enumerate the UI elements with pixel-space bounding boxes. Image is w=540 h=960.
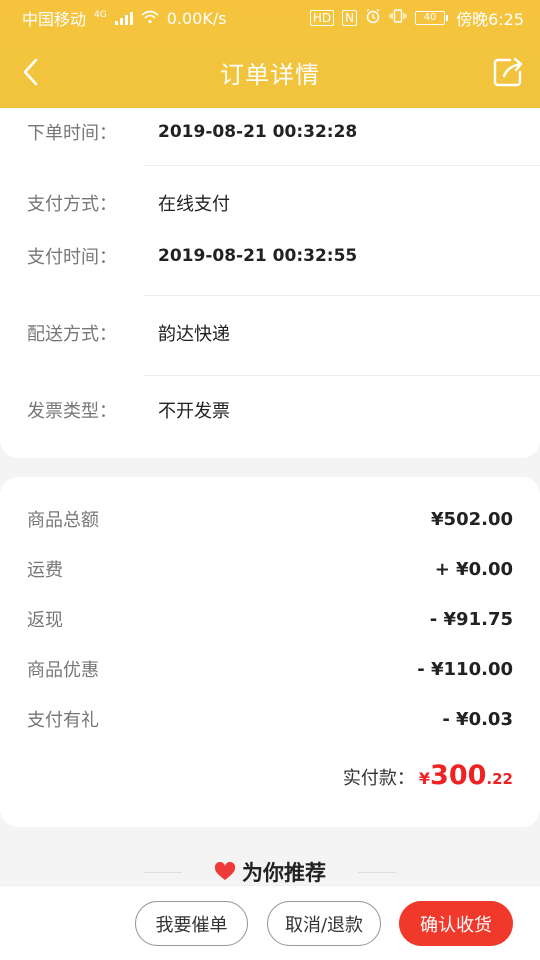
price-row-discount: 商品优惠 - ¥110.00 (27, 651, 513, 687)
price-row-payment-gift: 支付有礼 - ¥0.03 (27, 701, 513, 737)
divider (143, 165, 540, 166)
invoice-type-label: 发票类型： (27, 401, 117, 422)
payment-method-row: 支付方式： 在线支付 (27, 183, 540, 223)
actual-payment: 实付款： ¥ 300 .22 (343, 760, 513, 791)
payment-method-label: 支付方式： (27, 194, 117, 215)
wifi-icon (141, 9, 159, 28)
bottom-action-bar: 我要催单 取消/退款 确认收货 (0, 885, 540, 960)
confirm-receipt-button[interactable]: 确认收货 (399, 901, 513, 946)
price-row-amount: - ¥0.03 (442, 708, 513, 730)
actual-payment-label: 实付款： (342, 768, 415, 789)
invoice-type-value: 不开发票 (158, 401, 230, 422)
invoice-type-row: 发票类型： 不开发票 (27, 390, 540, 430)
remind-shipment-button[interactable]: 我要催单 (135, 901, 248, 946)
payment-time-row: 支付时间： 2019-08-21 00:32:55 (27, 236, 540, 276)
recommend-title-text: 为你推荐 (242, 861, 326, 885)
price-row-goods-total: 商品总额 ¥502.00 (27, 501, 513, 537)
price-row-amount: - ¥91.75 (429, 608, 513, 630)
back-button[interactable] (14, 54, 50, 90)
price-row-cashback: 返现 - ¥91.75 (27, 601, 513, 637)
price-row-label: 运费 (27, 560, 63, 581)
price-row-amount: + ¥0.00 (434, 558, 513, 580)
order-info-card: 下单时间： 2019-08-21 00:32:28 支付方式： 在线支付 支付时… (0, 108, 540, 458)
signal-icon (114, 11, 133, 25)
hd-icon: HD (309, 10, 335, 26)
delivery-method-label: 配送方式： (27, 324, 117, 345)
share-icon (493, 57, 523, 87)
payment-method-value: 在线支付 (158, 194, 230, 215)
price-row-amount: - ¥110.00 (417, 658, 513, 680)
price-row-label: 支付有礼 (27, 710, 99, 731)
delivery-method-row: 配送方式： 韵达快递 (27, 313, 540, 353)
divider (143, 295, 540, 296)
cancel-refund-button[interactable]: 取消/退款 (267, 901, 381, 946)
order-time-value: 2019-08-21 00:32:28 (158, 122, 358, 142)
order-time-label: 下单时间： (27, 123, 117, 144)
price-row-label: 商品总额 (27, 510, 99, 531)
delivery-method-value: 韵达快递 (158, 324, 230, 345)
clock-time: 傍晚6:25 (456, 10, 524, 29)
vibrate-icon (389, 8, 407, 28)
divider (144, 871, 182, 873)
price-row-label: 返现 (27, 610, 63, 631)
price-row-label: 商品优惠 (27, 660, 99, 681)
recommend-title: 为你推荐 (214, 857, 326, 887)
price-row-amount: ¥502.00 (431, 508, 513, 530)
page-title: 订单详情 (220, 60, 320, 89)
carrier-name: 中国移动 (22, 10, 87, 29)
heart-icon (214, 862, 236, 880)
alarm-icon (365, 8, 381, 28)
header: 中国移动 4G 0.00K/s HD N 40 傍晚6:25 订单详情 (0, 0, 540, 108)
price-summary-card: 商品总额 ¥502.00 运费 + ¥0.00 返现 - ¥91.75 商品优惠… (0, 477, 540, 827)
actual-payment-decimal: .22 (486, 770, 513, 788)
network-type: 4G (94, 10, 107, 20)
actual-payment-integer: 300 (430, 760, 487, 791)
price-row-shipping: 运费 + ¥0.00 (27, 551, 513, 587)
status-bar: 中国移动 4G 0.00K/s HD N 40 傍晚6:25 (0, 0, 540, 36)
currency-symbol: ¥ (418, 769, 431, 788)
divider (358, 871, 396, 873)
nav-bar: 订单详情 (0, 36, 540, 108)
nfc-icon: N (342, 10, 358, 26)
battery-level: 40 (415, 11, 446, 25)
order-time-row: 下单时间： 2019-08-21 00:32:28 (27, 112, 540, 152)
payment-time-value: 2019-08-21 00:32:55 (158, 246, 358, 266)
share-button[interactable] (490, 54, 526, 90)
chevron-left-icon (23, 58, 38, 86)
payment-time-label: 支付时间： (27, 247, 117, 268)
battery-icon: 40 (415, 11, 449, 25)
network-speed: 0.00K/s (166, 8, 227, 28)
divider (143, 375, 540, 376)
